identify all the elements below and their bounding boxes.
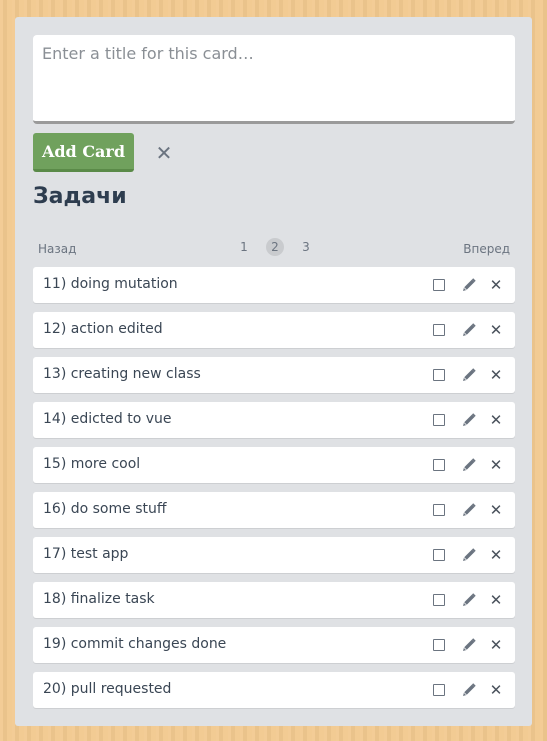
card[interactable]: 19) commit changes done ✕ bbox=[33, 627, 515, 663]
card-actions: ✕ bbox=[433, 321, 503, 339]
card[interactable]: 12) action edited ✕ bbox=[33, 312, 515, 348]
card-actions: ✕ bbox=[433, 681, 503, 699]
card-actions: ✕ bbox=[433, 411, 503, 429]
checkbox-icon[interactable] bbox=[433, 324, 445, 336]
pagination-next-link[interactable]: Вперед bbox=[463, 242, 510, 256]
checkbox-icon[interactable] bbox=[433, 504, 445, 516]
pagination-page-2-current[interactable]: 2 bbox=[266, 238, 284, 256]
close-icon[interactable]: ✕ bbox=[153, 141, 175, 165]
card-actions: ✕ bbox=[433, 591, 503, 609]
card-list: 11) doing mutation ✕ 12) action edited ✕… bbox=[33, 267, 515, 717]
close-icon[interactable]: ✕ bbox=[489, 456, 503, 474]
pencil-icon[interactable] bbox=[461, 412, 477, 428]
pagination: Назад 1 2 3 Вперед bbox=[33, 238, 515, 260]
pagination-prev-link[interactable]: Назад bbox=[38, 242, 76, 256]
card-label: 15) more cool bbox=[43, 456, 141, 472]
close-icon[interactable]: ✕ bbox=[489, 411, 503, 429]
pencil-icon[interactable] bbox=[461, 637, 477, 653]
list-panel: Add Card ✕ Задачи Назад 1 2 3 Вперед 11)… bbox=[15, 17, 532, 726]
card-actions: ✕ bbox=[433, 636, 503, 654]
card[interactable]: 18) finalize task ✕ bbox=[33, 582, 515, 618]
checkbox-icon[interactable] bbox=[433, 459, 445, 471]
pagination-page-1[interactable]: 1 bbox=[235, 238, 253, 256]
card-actions: ✕ bbox=[433, 501, 503, 519]
card-label: 13) creating new class bbox=[43, 366, 201, 382]
card-actions: ✕ bbox=[433, 456, 503, 474]
card-actions: ✕ bbox=[433, 366, 503, 384]
card[interactable]: 20) pull requested ✕ bbox=[33, 672, 515, 708]
close-icon[interactable]: ✕ bbox=[489, 366, 503, 384]
card-label: 18) finalize task bbox=[43, 591, 155, 607]
pencil-icon[interactable] bbox=[461, 592, 477, 608]
close-icon[interactable]: ✕ bbox=[489, 321, 503, 339]
pencil-icon[interactable] bbox=[461, 457, 477, 473]
close-icon[interactable]: ✕ bbox=[489, 501, 503, 519]
checkbox-icon[interactable] bbox=[433, 369, 445, 381]
checkbox-icon[interactable] bbox=[433, 639, 445, 651]
card-label: 16) do some stuff bbox=[43, 501, 167, 517]
pagination-page-3[interactable]: 3 bbox=[297, 238, 315, 256]
pencil-icon[interactable] bbox=[461, 322, 477, 338]
pencil-icon[interactable] bbox=[461, 277, 477, 293]
close-icon[interactable]: ✕ bbox=[489, 636, 503, 654]
card-label: 19) commit changes done bbox=[43, 636, 227, 652]
card-label: 20) pull requested bbox=[43, 681, 172, 697]
card[interactable]: 13) creating new class ✕ bbox=[33, 357, 515, 393]
close-icon[interactable]: ✕ bbox=[489, 681, 503, 699]
checkbox-icon[interactable] bbox=[433, 594, 445, 606]
checkbox-icon[interactable] bbox=[433, 549, 445, 561]
card-label: 14) edicted to vue bbox=[43, 411, 172, 427]
card[interactable]: 15) more cool ✕ bbox=[33, 447, 515, 483]
checkbox-icon[interactable] bbox=[433, 684, 445, 696]
card-actions: ✕ bbox=[433, 546, 503, 564]
card-label: 11) doing mutation bbox=[43, 276, 178, 292]
card-title-input[interactable] bbox=[33, 35, 515, 124]
checkbox-icon[interactable] bbox=[433, 279, 445, 291]
add-card-button[interactable]: Add Card bbox=[33, 133, 134, 172]
card-label: 17) test app bbox=[43, 546, 129, 562]
card[interactable]: 16) do some stuff ✕ bbox=[33, 492, 515, 528]
card-label: 12) action edited bbox=[43, 321, 163, 337]
pencil-icon[interactable] bbox=[461, 547, 477, 563]
checkbox-icon[interactable] bbox=[433, 414, 445, 426]
card[interactable]: 11) doing mutation ✕ bbox=[33, 267, 515, 303]
pencil-icon[interactable] bbox=[461, 682, 477, 698]
close-icon[interactable]: ✕ bbox=[489, 591, 503, 609]
close-icon[interactable]: ✕ bbox=[489, 276, 503, 294]
close-icon[interactable]: ✕ bbox=[489, 546, 503, 564]
pagination-pages: 1 2 3 bbox=[235, 238, 328, 256]
card[interactable]: 14) edicted to vue ✕ bbox=[33, 402, 515, 438]
pencil-icon[interactable] bbox=[461, 502, 477, 518]
card[interactable]: 17) test app ✕ bbox=[33, 537, 515, 573]
list-title: Задачи bbox=[33, 184, 127, 209]
card-actions: ✕ bbox=[433, 276, 503, 294]
pencil-icon[interactable] bbox=[461, 367, 477, 383]
